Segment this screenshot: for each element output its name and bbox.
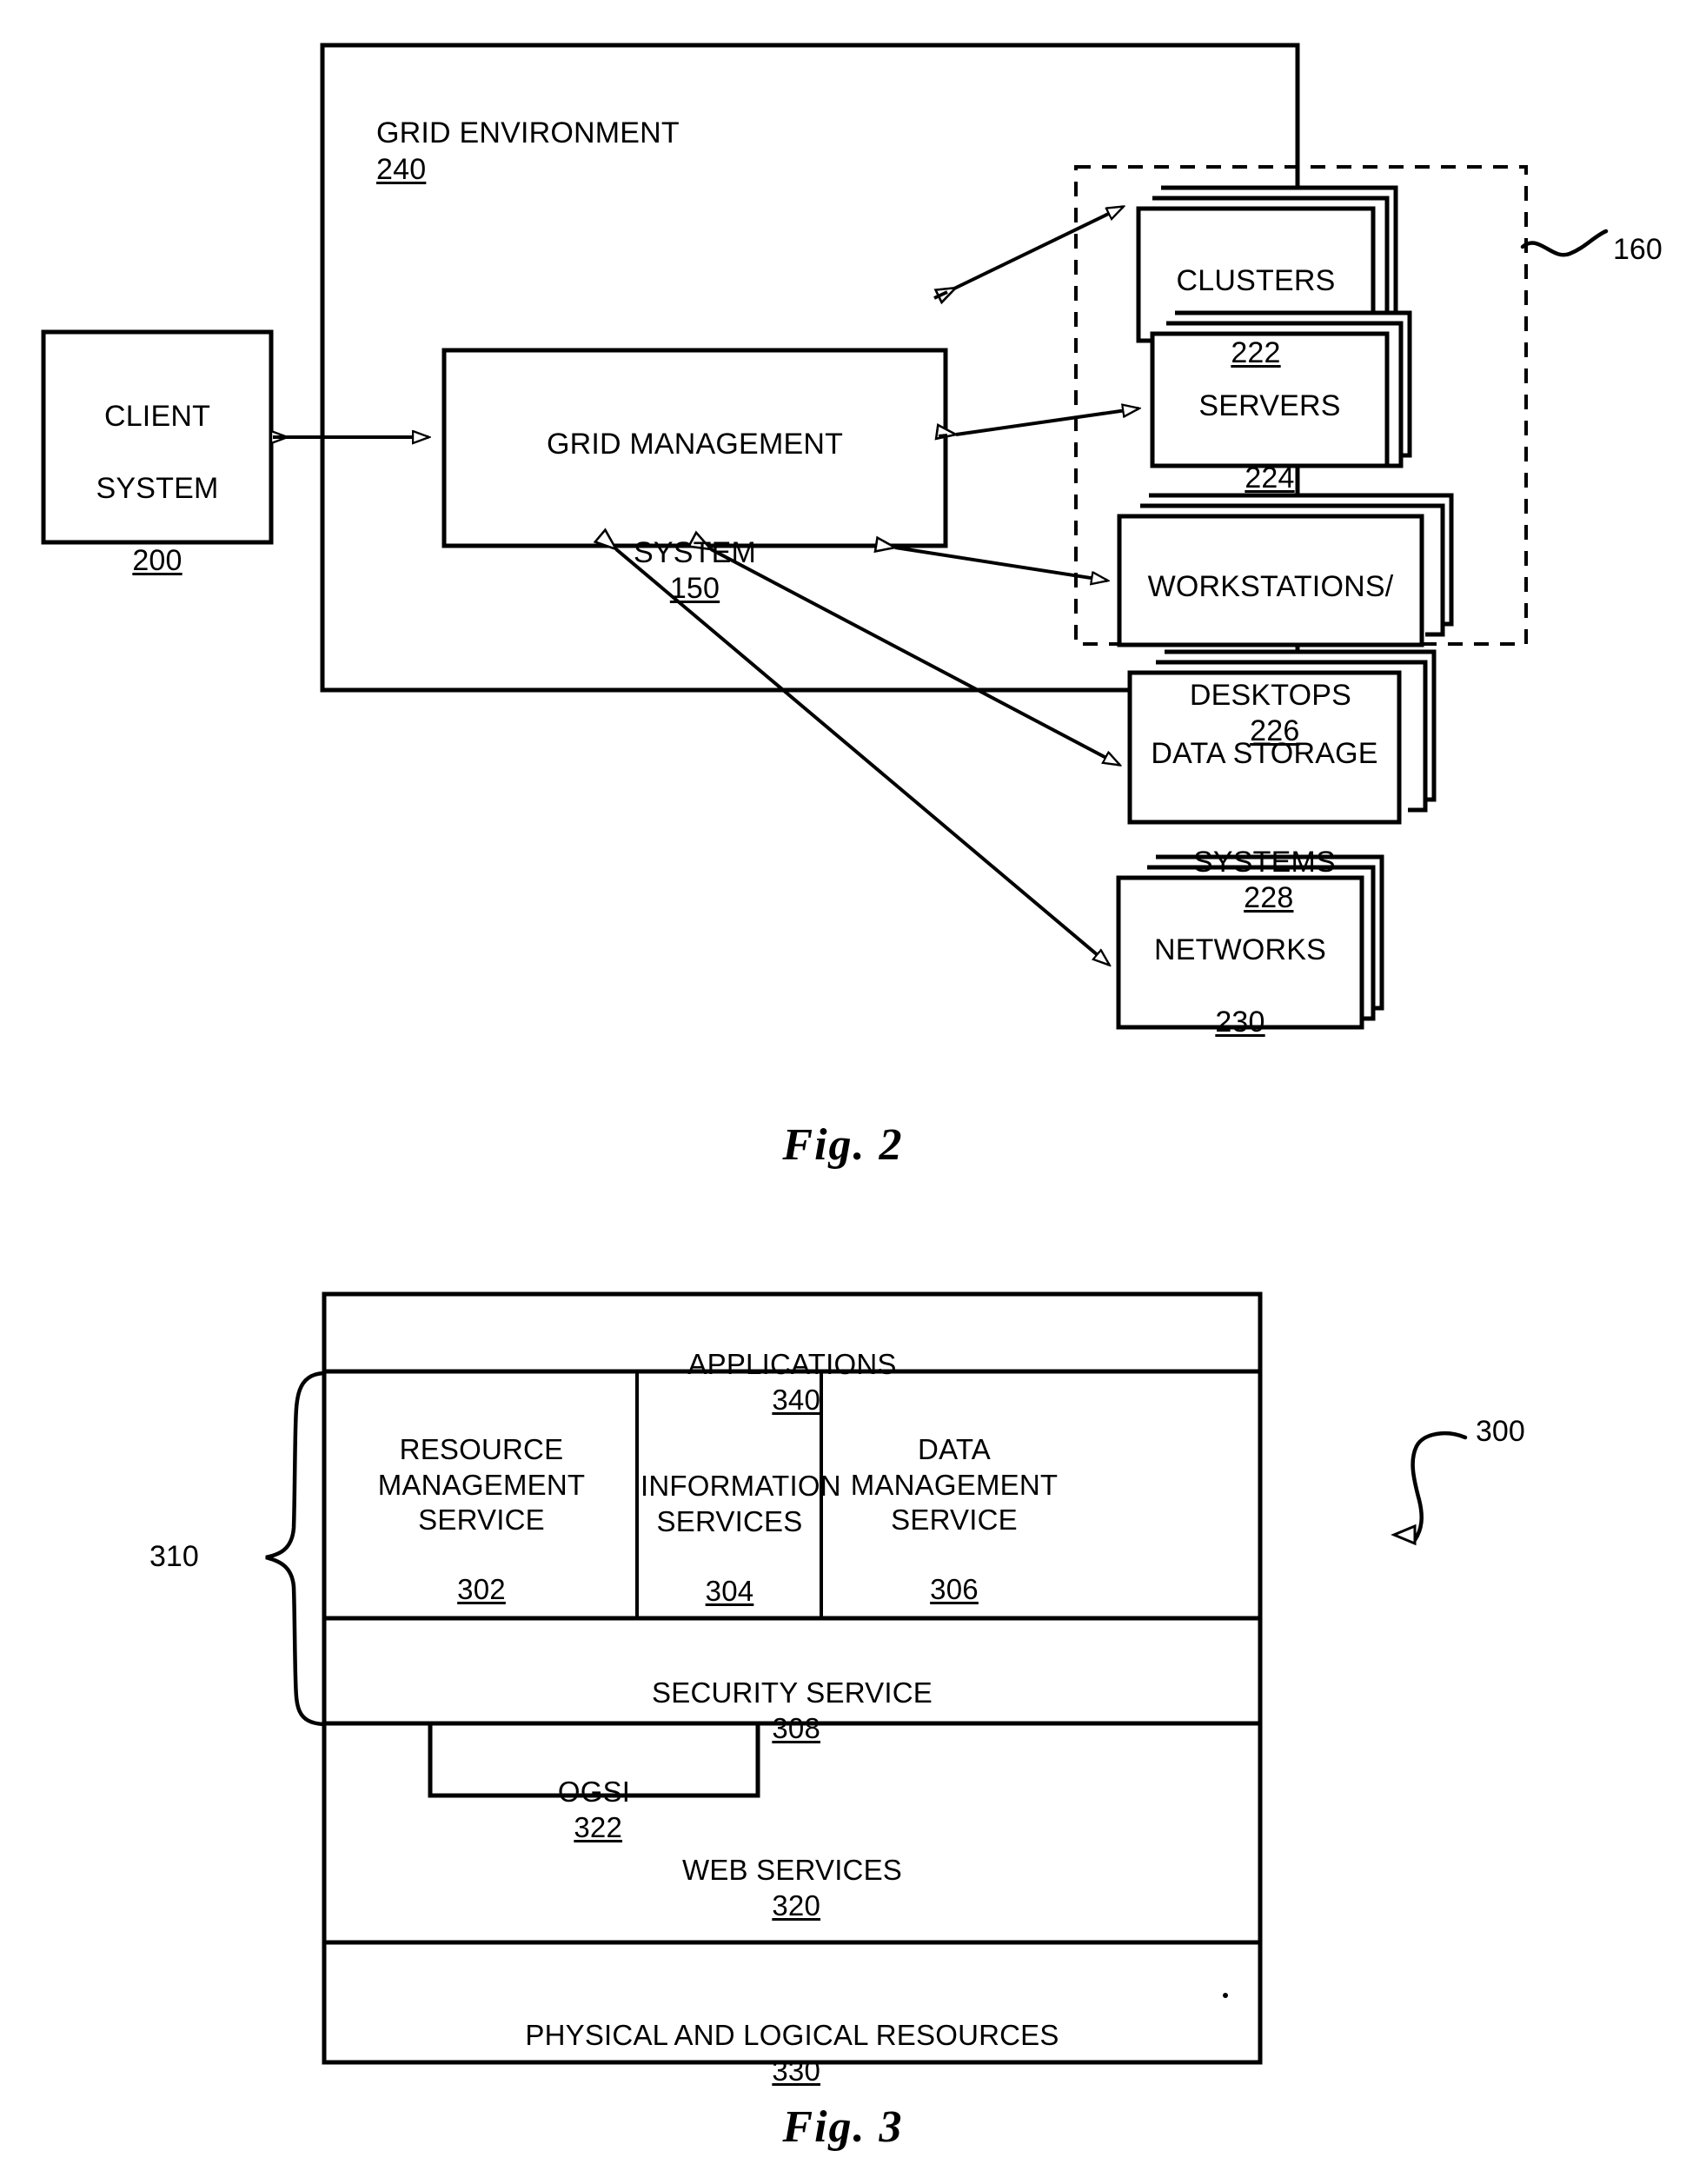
ref-300-text: 300 [1476,1415,1525,1448]
data-management-service-ref: 306 [930,1573,979,1606]
information-services-ref: 304 [705,1575,754,1607]
applications-ref: 340 [772,1383,821,1416]
arrow-gms-to-clusters [933,207,1123,305]
applications-label: APPLICATIONS [687,1348,897,1381]
ref-300-leader [1391,1431,1468,1546]
ref-160-text: 160 [1613,233,1663,266]
security-service-ref: 308 [772,1711,821,1744]
brace-310 [265,1371,326,1727]
web-services-row: WEB SERVICES 320 [324,1818,1260,1923]
client-system-label: CLIENT SYSTEM 200 [43,363,271,615]
ogsi-label: OGSI [557,1776,631,1809]
security-service-label: SECURITY SERVICE [652,1676,933,1709]
client-system-line2: SYSTEM [96,472,219,506]
gms-line2-wrap: SYSTEM 150 [444,499,946,607]
data-management-service-label: DATA MANAGEMENT SERVICE [850,1433,1059,1536]
resource-management-service-ref: 302 [457,1573,506,1606]
ref-310-label: 310 [149,1540,199,1574]
resource-management-service-label: RESOURCE MANAGEMENT SERVICE [377,1433,586,1536]
data-management-service-cell: DATA MANAGEMENT SERVICE 306 [825,1397,1084,1643]
physical-logical-resources-ref: 330 [772,2054,821,2087]
grid-environment-title-text: GRID ENVIRONMENT [376,116,680,150]
networks-label: NETWORKS 230 [1118,897,1362,1077]
servers-label: SERVERS 224 [1152,353,1387,533]
resource-management-service-cell: RESOURCE MANAGEMENT SERVICE 302 [329,1397,634,1643]
workstations-name: WORKSTATIONS/ [1147,570,1394,604]
ref-160-label: 160 [1613,233,1663,267]
security-service-row: SECURITY SERVICE 308 [324,1641,1260,1746]
figure-2-caption: Fig. 2 [782,1120,904,1170]
ref-160-leader [1520,229,1609,257]
gms-line1: GRID MANAGEMENT [546,428,844,461]
data-storage-name2: SYSTEMS [1193,845,1336,879]
web-services-ref: 320 [772,1889,821,1922]
data-storage-name: DATA STORAGE [1151,737,1378,771]
grid-management-system-label: GRID MANAGEMENT SYSTEM 150 [444,391,946,643]
networks-ref: 230 [1215,1006,1265,1039]
ref-300-label: 300 [1476,1415,1525,1449]
physical-logical-resources-row: PHYSICAL AND LOGICAL RESOURCES 330 [324,1983,1260,2088]
patent-drawing-sheet: GRID ENVIRONMENT 240 CLIENT SYSTEM 200 G… [0,0,1686,2184]
web-services-label: WEB SERVICES [681,1854,903,1887]
physical-logical-resources-label: PHYSICAL AND LOGICAL RESOURCES [525,2019,1059,2052]
servers-name: SERVERS [1198,389,1341,423]
client-system-ref: 200 [132,544,183,578]
networks-name: NETWORKS [1153,933,1327,967]
servers-ref: 224 [1245,461,1295,495]
figure-3-caption: Fig. 3 [782,2102,904,2152]
information-services-label: INFORMATION SERVICES [641,1470,841,1537]
information-services-cell: INFORMATION SERVICES 304 [641,1434,841,1644]
gms-line2: SYSTEM [633,535,756,569]
gms-ref: 150 [669,572,720,606]
client-system-line1: CLIENT [103,400,211,434]
grid-environment-title: GRID ENVIRONMENT 240 [376,80,828,188]
arrow-gms-to-servers [934,408,1138,441]
clusters-name: CLUSTERS [1176,264,1336,298]
ref-310-text: 310 [149,1540,199,1573]
grid-environment-ref: 240 [376,152,427,186]
